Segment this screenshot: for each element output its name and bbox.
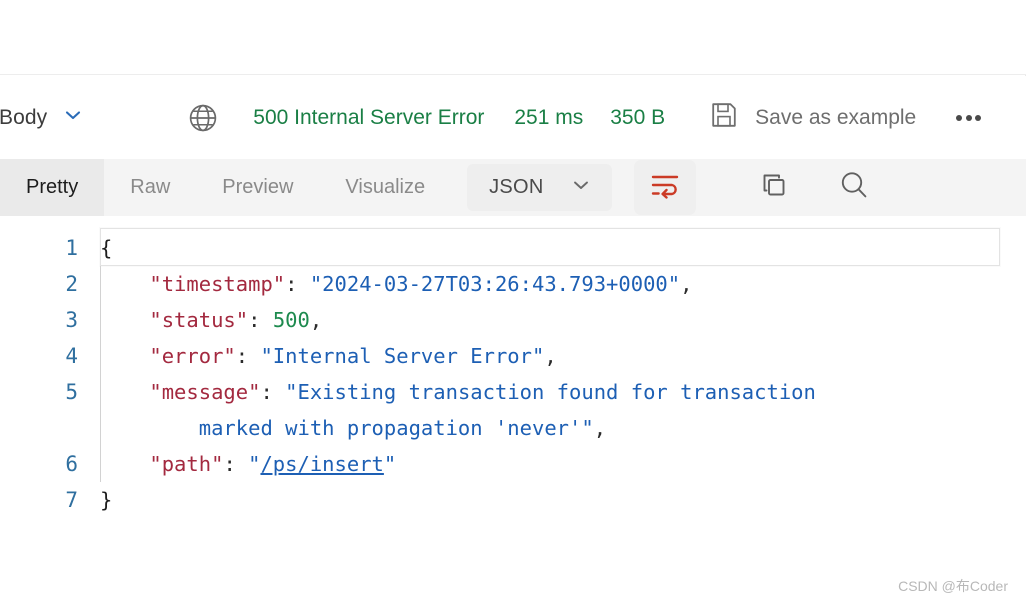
line-number: 1	[65, 236, 78, 260]
status-code-text: 500 Internal Server Error	[253, 105, 485, 129]
response-body-viewer[interactable]: 1 2 3 4 5 6 7 { "timestamp": "2024-03-27T03:2…	[0, 216, 1026, 604]
code-token: "Internal Server Error"	[260, 344, 545, 368]
code-token: :	[223, 452, 249, 476]
path-link[interactable]: /ps/insert	[260, 452, 383, 476]
format-dropdown[interactable]: JSON	[467, 164, 612, 211]
body-section-label: Body	[0, 105, 48, 129]
word-wrap-toggle[interactable]	[633, 160, 696, 215]
response-time: 251 ms	[514, 105, 584, 129]
code-token: "path"	[149, 452, 224, 476]
code-line: "error": "Internal Server Error",	[100, 338, 1010, 374]
code-token: ,	[309, 308, 323, 332]
word-wrap-icon	[650, 171, 680, 204]
response-status-bar: Body 500 Internal Server Error 251 ms 35…	[0, 76, 1026, 159]
tab-pretty[interactable]: Pretty	[0, 159, 105, 216]
code-token: ,	[544, 344, 557, 368]
tab-raw[interactable]: Raw	[104, 159, 196, 216]
code-token: "timestamp"	[149, 272, 286, 296]
code-line: }	[100, 482, 1010, 518]
line-number	[0, 410, 78, 446]
code-token: "Existing transaction found for transact…	[285, 380, 816, 404]
ellipsis-dot	[965, 114, 972, 121]
code-line: "message": "Existing transaction found f…	[100, 374, 1010, 410]
line-number: 5	[65, 380, 78, 404]
code-line: marked with propagation 'never'",	[100, 410, 1010, 446]
save-as-example-label: Save as example	[755, 105, 917, 129]
line-number: 4	[65, 344, 78, 368]
copy-icon	[758, 169, 790, 206]
search-button[interactable]	[831, 165, 877, 211]
code-token: "	[383, 452, 397, 476]
code-line: "timestamp": "2024-03-27T03:26:43.793+00…	[100, 266, 1010, 302]
watermark: CSDN @布Coder	[898, 578, 1008, 594]
json-code-content[interactable]: { "timestamp": "2024-03-27T03:26:43.793+…	[100, 230, 1010, 518]
save-as-example-button[interactable]: Save as example	[709, 100, 916, 135]
line-number: 6	[65, 452, 78, 476]
chevron-down-icon	[570, 174, 592, 201]
code-line: {	[100, 230, 1010, 266]
code-token: {	[100, 236, 113, 260]
code-token: :	[260, 380, 286, 404]
ellipsis-dot	[975, 114, 982, 121]
response-view-toolbar: Pretty Raw Preview Visualize JSON	[0, 159, 1026, 216]
code-token: marked with propagation 'never'"	[198, 416, 594, 440]
code-token: 500	[272, 308, 310, 332]
body-section-selector[interactable]: Body	[0, 99, 93, 136]
floppy-disk-save-icon	[709, 100, 739, 135]
code-token: :	[285, 272, 310, 296]
code-token: "error"	[149, 344, 236, 368]
code-line: "path": "/ps/insert"	[100, 446, 1010, 482]
response-size: 350 B	[610, 105, 666, 129]
code-token: ,	[680, 272, 693, 296]
globe-icon	[186, 101, 220, 135]
code-token: :	[248, 308, 273, 332]
line-number-gutter: 1 2 3 4 5 6 7	[0, 230, 78, 518]
more-actions-button[interactable]	[952, 107, 985, 129]
code-token: "2024-03-27T03:26:43.793+0000"	[309, 272, 681, 296]
code-line: "status": 500,	[100, 302, 1010, 338]
code-token: "	[248, 452, 261, 476]
line-number: 3	[65, 308, 78, 332]
tab-visualize[interactable]: Visualize	[319, 159, 451, 216]
code-token: }	[100, 488, 113, 512]
copy-button[interactable]	[751, 165, 797, 211]
format-dropdown-value: JSON	[489, 176, 544, 198]
tab-preview[interactable]: Preview	[196, 159, 319, 216]
code-token: ,	[593, 416, 607, 440]
ellipsis-dot	[956, 114, 963, 121]
code-token: "message"	[149, 380, 261, 404]
response-panel: Body 500 Internal Server Error 251 ms 35…	[0, 0, 1026, 604]
chevron-down-icon	[61, 103, 85, 132]
code-token: :	[235, 344, 261, 368]
panel-top-spacer	[0, 0, 1026, 75]
code-token: "status"	[149, 308, 249, 332]
search-icon	[837, 168, 871, 207]
line-number: 2	[65, 272, 78, 296]
line-number: 7	[65, 488, 78, 512]
